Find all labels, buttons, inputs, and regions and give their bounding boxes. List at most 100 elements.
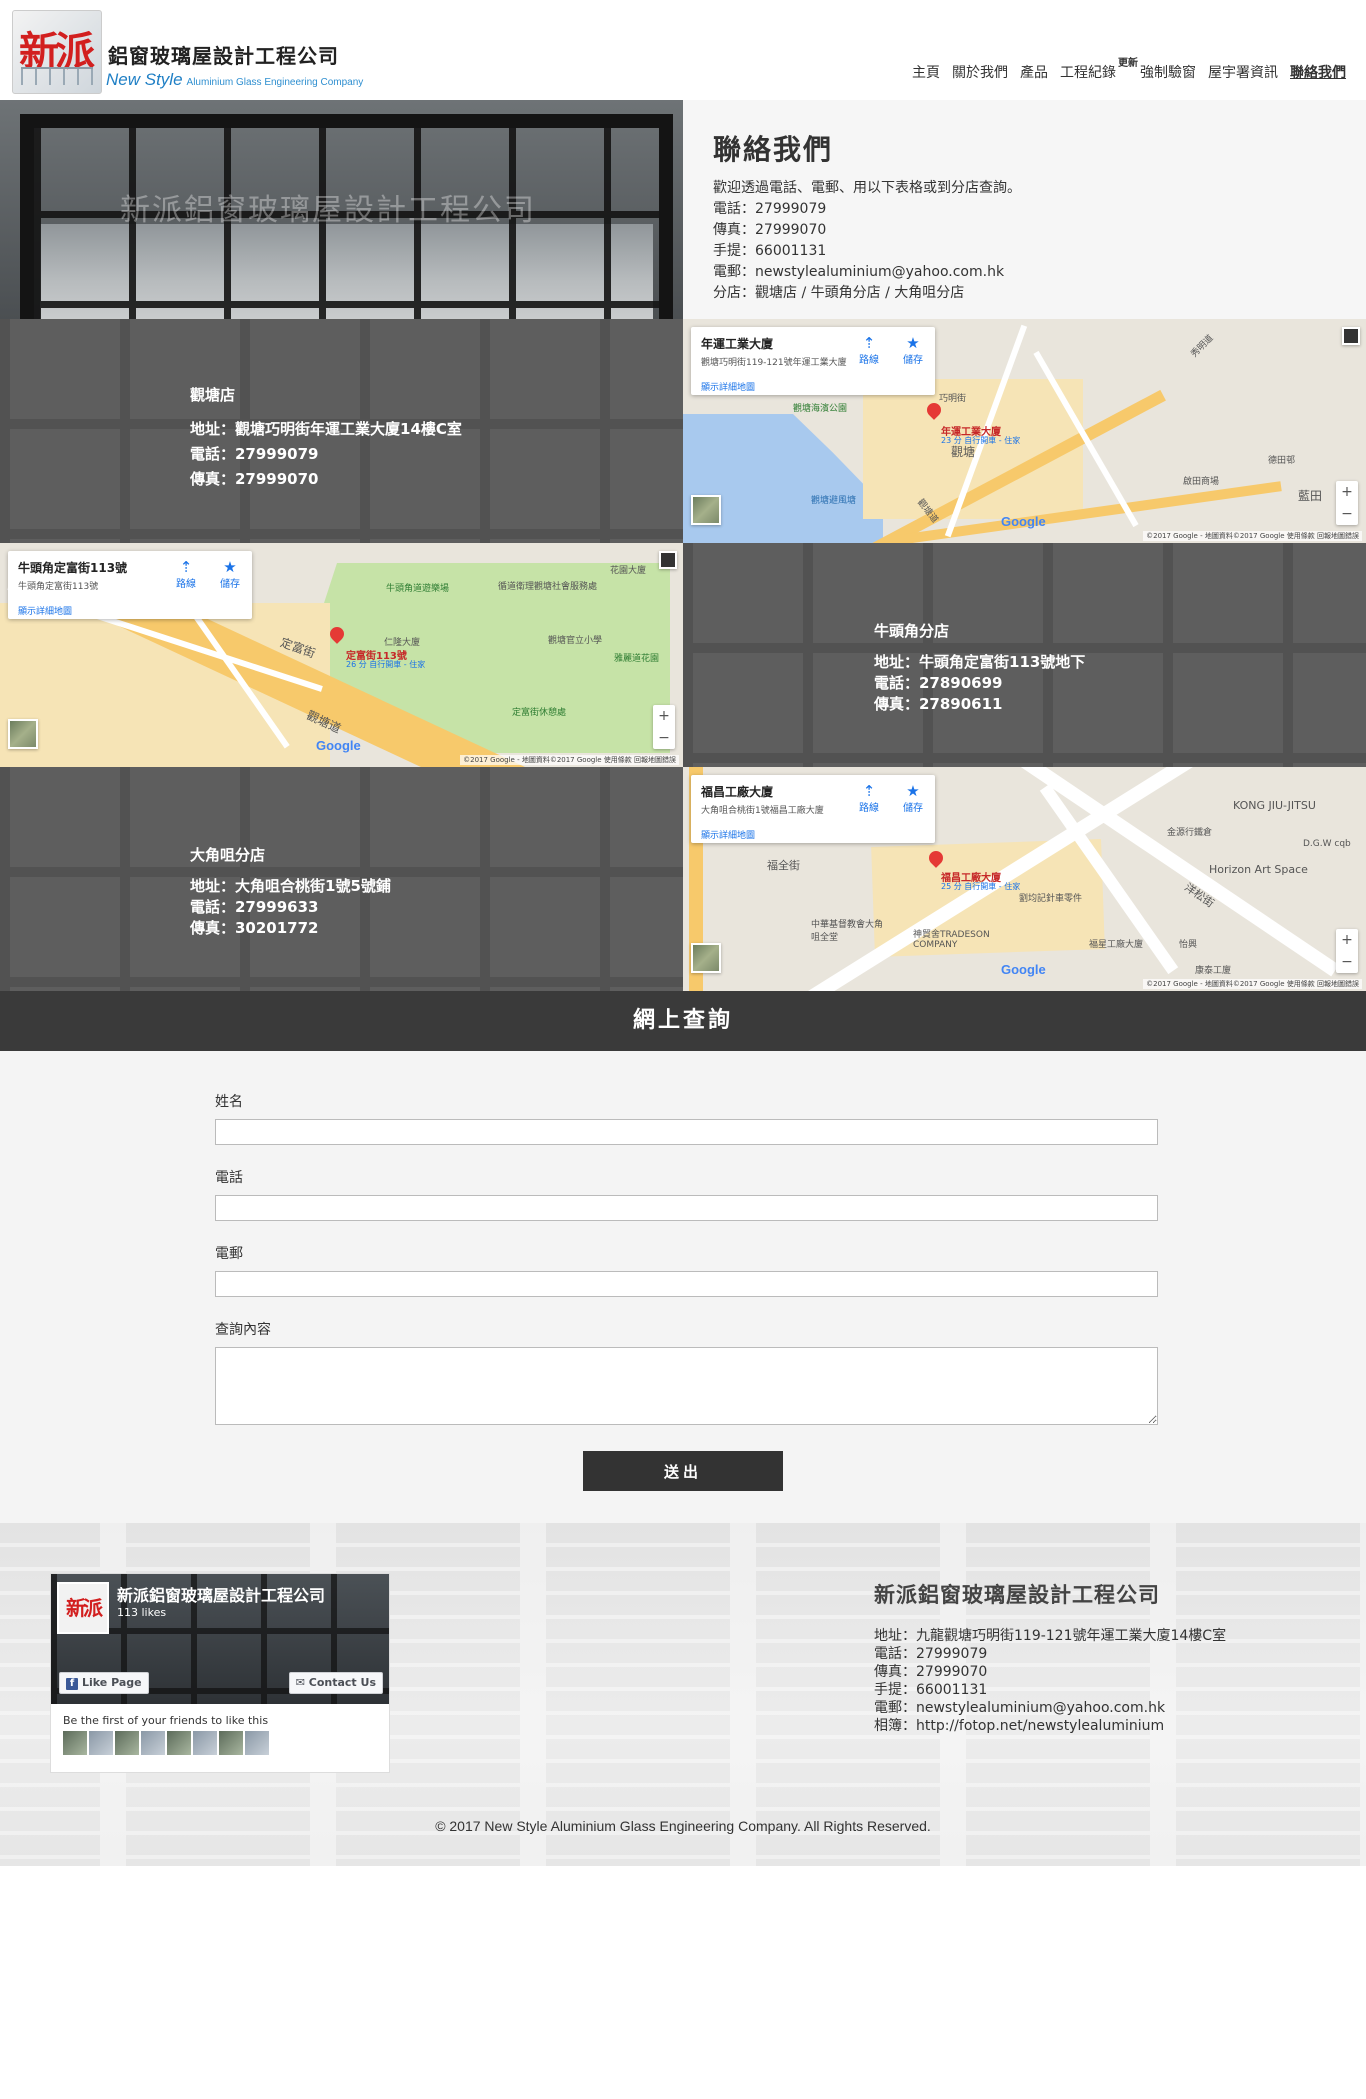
email-field-group: 電郵 [215, 1243, 1158, 1297]
map-save-button[interactable]: ★ 儲存 [895, 783, 931, 814]
map-label: 巧明街 [939, 394, 967, 404]
branch-name: 大角咀分店 [190, 846, 266, 864]
map-pin-icon[interactable] [929, 851, 943, 871]
map-fullscreen-icon[interactable] [1342, 327, 1360, 345]
map-satellite-toggle[interactable] [691, 943, 721, 973]
map-label: KONG JIU-JITSU [1233, 799, 1316, 812]
contact-intro: 聯絡我們 歡迎透過電話、電郵、用以下表格或到分店查詢。 電話：27999079 … [683, 100, 1366, 319]
facebook-icon: f [66, 1678, 78, 1690]
phone-input[interactable] [215, 1195, 1158, 1221]
map-label: 雅麗道花園 [614, 654, 660, 664]
branch-map[interactable]: 牛頭角道遊樂場 循道衛理觀塘社會服務處 觀塘官立小學 雅麗道花園 定富街休憩處 … [0, 543, 683, 767]
branch-map[interactable]: KONG JIU-JITSU 金源行鐵倉 D.G.W cqb Horizon A… [683, 767, 1366, 991]
facebook-face-avatar[interactable] [245, 1731, 269, 1755]
submit-button[interactable]: 送出 [583, 1451, 783, 1491]
map-larger-link[interactable]: 顯示詳細地圖 [701, 380, 925, 393]
branch-phone: 電話：27999079 [190, 445, 319, 463]
nav-contact[interactable]: 聯絡我們 [1290, 62, 1346, 82]
zoom-in-icon[interactable]: + [1336, 481, 1358, 503]
map-label: 中華基督教會大角咀全堂 [811, 920, 884, 943]
site-logo[interactable]: 新派 鋁窗玻璃屋設計工程公司 New Style Aluminium Glass … [12, 10, 363, 94]
map-directions-button[interactable]: ⇡ 路線 [168, 559, 204, 590]
map-place-title: 牛頭角定富街113號 [18, 561, 128, 575]
nav-about[interactable]: 關於我們 [952, 62, 1008, 82]
map-label: 觀塘官立小學 [548, 636, 603, 646]
zoom-out-icon[interactable]: − [653, 727, 675, 749]
map-pin-icon[interactable] [927, 403, 941, 423]
enquiry-form: 姓名 電話 電郵 查詢內容 送出 [215, 1091, 1158, 1491]
map-zoom-control[interactable]: + − [1336, 929, 1358, 973]
copyright: © 2017 New Style Aluminium Glass Enginee… [435, 1818, 931, 1834]
map-label: 定富街休憩處 [512, 708, 567, 718]
facebook-contact-button[interactable]: ✉ Contact Us [288, 1672, 383, 1694]
map-attribution: ©2017 Google - 地圖資料©2017 Google 使用條款 回報地… [1143, 531, 1362, 541]
nav-projects[interactable]: 工程紀錄 更新 [1060, 58, 1138, 82]
branch-map[interactable]: 觀塘海濱公園 觀塘 巧明街 觀塘避風塘 啟田商場 藍田 觀塘道 德田邨 秀明道 … [683, 319, 1366, 543]
facebook-avatar[interactable]: 新派 [57, 1582, 109, 1634]
contact-hero: 新派鋁窗玻璃屋設計工程公司 聯絡我們 歡迎透過電話、電郵、用以下表格或到分店查詢… [0, 100, 1366, 319]
company-email[interactable]: 電郵：newstylealuminium@yahoo.com.hk [874, 1699, 1334, 1717]
facebook-cover-photo: 新派 新派鋁窗玻璃屋設計工程公司 113 likes f Like Page ✉ … [51, 1574, 389, 1704]
logo-name-en-main: New Style [106, 70, 183, 89]
intro-line: 歡迎透過電話、電郵、用以下表格或到分店查詢。 [713, 180, 1021, 196]
facebook-face-avatar[interactable] [63, 1731, 87, 1755]
map-label: 牛頭角道遊樂場 [386, 584, 450, 594]
branch-fax: 傳真：27999070 [190, 470, 319, 488]
name-label: 姓名 [215, 1094, 243, 1110]
logo-mark: 新派 [12, 10, 102, 94]
map-save-button[interactable]: ★ 儲存 [212, 559, 248, 590]
branch-ngau-tau-kok: 牛頭角道遊樂場 循道衛理觀塘社會服務處 觀塘官立小學 雅麗道花園 定富街休憩處 … [0, 543, 1366, 767]
zoom-in-icon[interactable]: + [1336, 929, 1358, 951]
map-zoom-control[interactable]: + − [1336, 481, 1358, 525]
company-info: 新派鋁窗玻璃屋設計工程公司 地址：九龍觀塘巧明街119-121號年運工業大廈14… [874, 1579, 1334, 1735]
map-satellite-toggle[interactable] [691, 495, 721, 525]
intro-branches: 分店：觀塘店 / 牛頭角分店 / 大角咀分店 [713, 285, 965, 301]
directions-icon: ⇡ [179, 558, 193, 576]
map-fullscreen-icon[interactable] [659, 551, 677, 569]
facebook-face-avatar[interactable] [193, 1731, 217, 1755]
facebook-page-widget[interactable]: 新派 新派鋁窗玻璃屋設計工程公司 113 likes f Like Page ✉ … [50, 1573, 390, 1773]
map-pin-icon[interactable] [330, 627, 344, 647]
map-label: 藍田 [1298, 489, 1323, 503]
map-place-title: 年運工業大廈 [701, 337, 774, 351]
zoom-in-icon[interactable]: + [653, 705, 675, 727]
map-directions-button[interactable]: ⇡ 路線 [851, 783, 887, 814]
nav-home[interactable]: 主頁 [912, 62, 940, 82]
map-place-card: 福昌工廠大廈 大角咀合桃街1號福昌工廠大廈 顯示詳細地圖 ⇡ 路線 ★ 儲存 [691, 775, 935, 843]
zoom-out-icon[interactable]: − [1336, 503, 1358, 525]
facebook-face-avatar[interactable] [167, 1731, 191, 1755]
map-directions-button[interactable]: ⇡ 路線 [851, 335, 887, 366]
map-directions-label: 路線 [859, 803, 879, 814]
facebook-like-button[interactable]: f Like Page [59, 1672, 149, 1694]
office-photo: 新派鋁窗玻璃屋設計工程公司 [0, 100, 683, 319]
map-zoom-control[interactable]: + − [653, 705, 675, 749]
logo-name-cn: 鋁窗玻璃屋設計工程公司 [108, 44, 339, 68]
map-label: D.G.W cqb [1303, 839, 1351, 849]
facebook-face-avatar[interactable] [219, 1731, 243, 1755]
nav-buildings-dept[interactable]: 屋宇署資訊 [1208, 62, 1278, 82]
map-save-button[interactable]: ★ 儲存 [895, 335, 931, 366]
mail-icon: ✉ [295, 1676, 309, 1689]
map-larger-link[interactable]: 顯示詳細地圖 [18, 604, 242, 617]
company-album[interactable]: 相簿：http://fotop.net/newstylealuminium [874, 1717, 1334, 1735]
zoom-out-icon[interactable]: − [1336, 951, 1358, 973]
message-textarea[interactable] [215, 1347, 1158, 1425]
phone-label: 電話 [215, 1170, 243, 1186]
facebook-page-name[interactable]: 新派鋁窗玻璃屋設計工程公司 [117, 1582, 325, 1606]
facebook-face-avatar[interactable] [89, 1731, 113, 1755]
name-input[interactable] [215, 1119, 1158, 1145]
intro-email: 電郵：newstylealuminium@yahoo.com.hk [713, 264, 1005, 280]
email-input[interactable] [215, 1271, 1158, 1297]
map-label: 劉均記針車零件 [1019, 894, 1083, 904]
facebook-face-avatar[interactable] [115, 1731, 139, 1755]
facebook-face-avatar[interactable] [141, 1731, 165, 1755]
map-satellite-toggle[interactable] [8, 719, 38, 749]
nav-window-inspection[interactable]: 強制驗窗 [1140, 62, 1196, 82]
nav-products[interactable]: 產品 [1020, 62, 1048, 82]
map-label: 啟田商場 [1183, 477, 1220, 487]
map-larger-link[interactable]: 顯示詳細地圖 [701, 828, 925, 841]
branch-tai-kok-tsui: 大角咀分店 地址：大角咀合桃街1號5號鋪 電話：27999633 傳真：3020… [0, 767, 1366, 991]
branch-fax: 傳真：30201772 [190, 919, 319, 937]
company-mobile: 手提：66001131 [874, 1682, 988, 1698]
google-logo: Google [1001, 962, 1046, 977]
